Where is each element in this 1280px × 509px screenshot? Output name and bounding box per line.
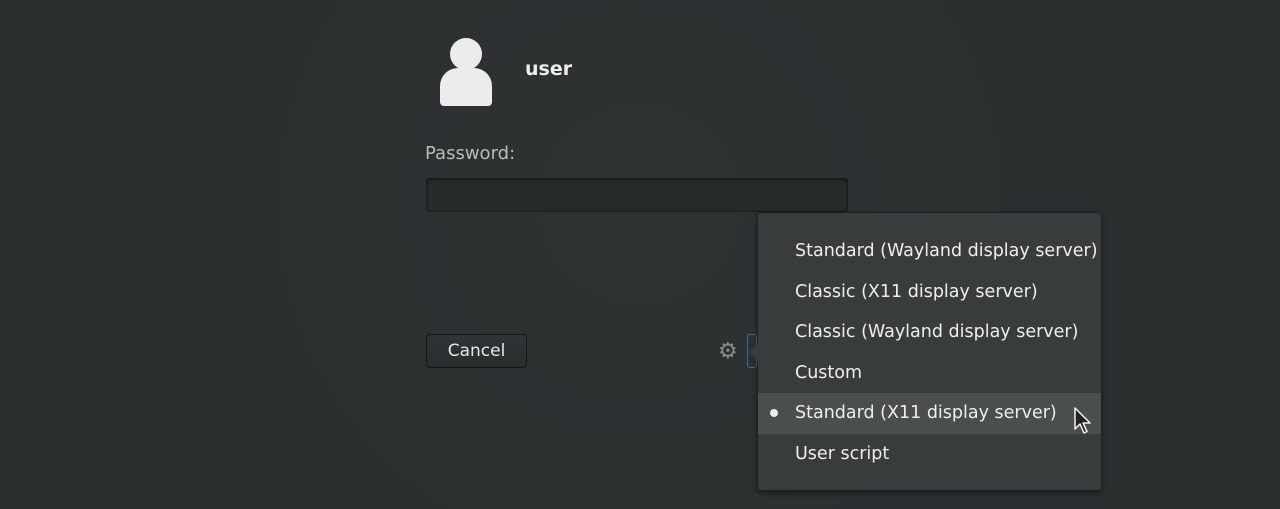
login-screen: user Password: Cancel ⚙ Standard (Waylan… bbox=[0, 0, 1280, 509]
menu-pointer-arrow bbox=[749, 343, 758, 361]
session-menu-item-label: Custom bbox=[795, 362, 863, 383]
session-menu-item[interactable]: User script bbox=[758, 434, 1101, 475]
mouse-pointer-icon bbox=[1074, 407, 1091, 434]
password-field[interactable] bbox=[426, 178, 848, 212]
session-menu-item[interactable]: Custom bbox=[758, 353, 1101, 394]
session-menu-item[interactable]: Classic (Wayland display server) bbox=[758, 312, 1101, 353]
selected-bullet-icon bbox=[770, 409, 778, 417]
user-avatar-icon bbox=[440, 38, 492, 106]
avatar-head bbox=[450, 38, 482, 70]
gear-icon[interactable]: ⚙ bbox=[718, 341, 738, 363]
session-menu-item-label: Standard (Wayland display server) bbox=[795, 241, 1098, 261]
session-menu-item[interactable]: Standard (Wayland display server) bbox=[758, 231, 1101, 272]
username-label: user bbox=[525, 58, 573, 80]
session-menu-item-selected[interactable]: Standard (X11 display server) bbox=[758, 393, 1101, 434]
cancel-button[interactable]: Cancel bbox=[426, 334, 527, 368]
session-menu-item-label: Standard (X11 display server) bbox=[795, 403, 1057, 423]
avatar-body bbox=[440, 68, 492, 106]
session-menu-item-label: Classic (Wayland display server) bbox=[795, 322, 1079, 342]
session-menu-item-label: Classic (X11 display server) bbox=[795, 281, 1038, 302]
session-selector-button[interactable]: ⚙ bbox=[712, 334, 752, 370]
session-menu-item[interactable]: Classic (X11 display server) bbox=[758, 272, 1101, 313]
user-row[interactable]: user bbox=[440, 38, 572, 106]
password-label: Password: bbox=[425, 143, 516, 164]
session-menu-item-label: User script bbox=[795, 443, 890, 464]
session-menu: Standard (Wayland display server) Classi… bbox=[749, 212, 1102, 491]
